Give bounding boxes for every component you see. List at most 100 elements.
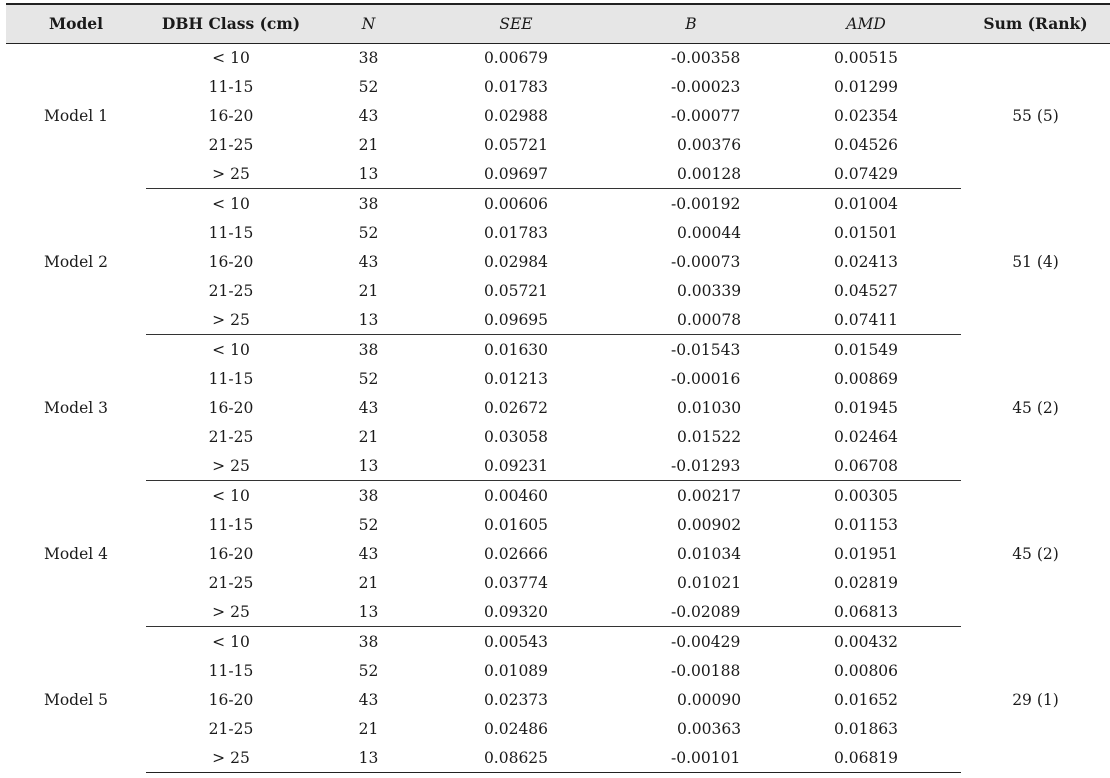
cell-n: 43	[358, 106, 379, 125]
cell-b: 0.01030	[677, 398, 742, 417]
table-row: Model 5 < 10 38 0.00543 -0.00429 0.00432 29 (1…	[6, 627, 1110, 709]
cell-see: 0.01213	[483, 369, 549, 388]
cell-see: 0.01630	[483, 340, 549, 359]
cell-dbh-class: 16-20	[208, 690, 254, 709]
header-see: SEE	[421, 3, 611, 44]
cell-n: 52	[358, 223, 379, 242]
cell-dbh-class: 11-15	[208, 77, 254, 96]
cell-dbh-class: 16-20	[208, 544, 254, 563]
cell-see: 0.00460	[483, 486, 549, 505]
cell-n: 38	[358, 48, 379, 67]
cell-dbh-class: < 10	[212, 48, 250, 67]
cell-dbh-class: 21-25	[208, 428, 254, 447]
cell-amd: 0.01652	[833, 690, 899, 709]
table-row: Model 3 < 10 38 0.01630 -0.01543 0.01549 45 (2…	[6, 335, 1110, 417]
cell-see: 0.00606	[483, 194, 549, 213]
cell-dbh-class: 21-25	[208, 573, 254, 592]
model-comparison-table: Model DBH Class (cm) N SEE B AMD Sum (Ra…	[6, 3, 1110, 774]
cell-n: 38	[358, 340, 379, 359]
cell-amd: 0.02464	[833, 428, 899, 447]
cell-sum-rank: 51 (4)	[1012, 252, 1059, 271]
table-row: Model 4 < 10 38 0.00460 0.00217 0.00305 45 (2)	[6, 481, 1110, 563]
cell-amd: 0.07429	[771, 159, 961, 190]
cell-b: -0.00016	[671, 369, 741, 388]
cell-see: 0.09697	[421, 159, 611, 190]
cell-n: 13	[316, 597, 421, 628]
cell-see: 0.02672	[483, 398, 549, 417]
cell-amd: 0.07411	[771, 305, 961, 336]
cell-see: 0.02666	[483, 544, 549, 563]
table-row: > 25 13 0.09320 -0.02089 0.06813	[6, 597, 1110, 628]
cell-amd: 0.00515	[833, 48, 899, 67]
cell-dbh-class: > 25	[146, 597, 316, 628]
cell-amd: 0.04526	[833, 136, 899, 155]
cell-amd: 0.04527	[833, 282, 899, 301]
cell-sum-rank: 29 (1)	[1012, 690, 1059, 709]
cell-amd: 0.01863	[833, 719, 899, 738]
table-row: 16-20 43 0.02984 -0.00073 0.02413	[6, 247, 1110, 276]
cell-n: 21	[358, 428, 379, 447]
table-row: 16-20 43 0.02988 -0.00077 0.02354	[6, 101, 1110, 130]
cell-model: Model 5	[43, 690, 109, 709]
cell-amd: 0.01945	[833, 398, 899, 417]
cell-amd: 0.06819	[771, 743, 961, 774]
cell-dbh-class: 11-15	[208, 515, 254, 534]
cell-b: 0.00217	[677, 486, 742, 505]
cell-n: 52	[358, 661, 379, 680]
cell-n: 21	[358, 719, 379, 738]
table-row: 21-25 21 0.03774 0.01021 0.02819	[6, 568, 1110, 597]
cell-see: 0.09231	[421, 451, 611, 482]
cell-amd: 0.01549	[833, 340, 899, 359]
cell-amd: 0.02413	[833, 252, 899, 271]
table-row: 16-20 43 0.02666 0.01034 0.01951	[6, 539, 1110, 568]
cell-amd: 0.00806	[833, 661, 899, 680]
cell-dbh-class: 11-15	[208, 369, 254, 388]
cell-see: 0.01783	[483, 223, 549, 242]
cell-amd: 0.00305	[833, 486, 899, 505]
cell-n: 52	[358, 369, 379, 388]
table-row: Model 1 < 10 38 0.00679 -0.00358 0.00515 55 (5…	[6, 43, 1110, 125]
cell-amd: 0.06708	[771, 451, 961, 482]
cell-b: -0.00429	[671, 632, 741, 651]
table-row: > 25 13 0.08625 -0.00101 0.06819	[6, 743, 1110, 774]
cell-dbh-class: 21-25	[208, 719, 254, 738]
cell-see: 0.02486	[483, 719, 549, 738]
cell-b: -0.00073	[671, 252, 741, 271]
cell-dbh-class: 16-20	[208, 106, 254, 125]
cell-see: 0.05721	[483, 136, 549, 155]
cell-b: 0.00376	[677, 136, 742, 155]
cell-see: 0.02984	[483, 252, 549, 271]
cell-n: 21	[358, 136, 379, 155]
page: Model DBH Class (cm) N SEE B AMD Sum (Ra…	[0, 0, 1110, 778]
cell-n: 38	[358, 194, 379, 213]
cell-model: Model 4	[43, 544, 109, 563]
cell-dbh-class: > 25	[146, 159, 316, 190]
cell-amd: 0.01951	[833, 544, 899, 563]
header-amd: AMD	[771, 3, 961, 44]
cell-amd: 0.06813	[771, 597, 961, 628]
table-header: Model DBH Class (cm) N SEE B AMD Sum (Ra…	[6, 3, 1110, 44]
cell-see: 0.03058	[483, 428, 549, 447]
cell-model: Model 1	[43, 107, 109, 126]
cell-see: 0.01783	[483, 77, 549, 96]
cell-b: -0.00188	[671, 661, 741, 680]
table-body: Model 1 < 10 38 0.00679 -0.00358 0.00515 55 (5…	[6, 43, 1110, 774]
table-row: > 25 13 0.09697 0.00128 0.07429	[6, 159, 1110, 190]
cell-b: -0.02089	[611, 597, 771, 628]
header-dbh-class: DBH Class (cm)	[146, 3, 316, 44]
cell-amd: 0.01501	[833, 223, 899, 242]
cell-sum-rank: 45 (2)	[1012, 398, 1059, 417]
cell-dbh-class: > 25	[146, 305, 316, 336]
cell-dbh-class: < 10	[212, 194, 250, 213]
table-row: Model 2 < 10 38 0.00606 -0.00192 0.01004 51 (4…	[6, 189, 1110, 271]
cell-b: 0.01522	[677, 428, 742, 447]
cell-dbh-class: 11-15	[208, 661, 254, 680]
cell-amd: 0.01299	[833, 77, 899, 96]
cell-see: 0.01089	[483, 661, 549, 680]
cell-n: 13	[316, 159, 421, 190]
table-row: 11-15 52 0.01089 -0.00188 0.00806	[6, 656, 1110, 685]
cell-b: 0.00044	[677, 223, 742, 242]
cell-n: 13	[316, 451, 421, 482]
cell-n: 43	[358, 544, 379, 563]
cell-model: Model 3	[43, 398, 109, 417]
